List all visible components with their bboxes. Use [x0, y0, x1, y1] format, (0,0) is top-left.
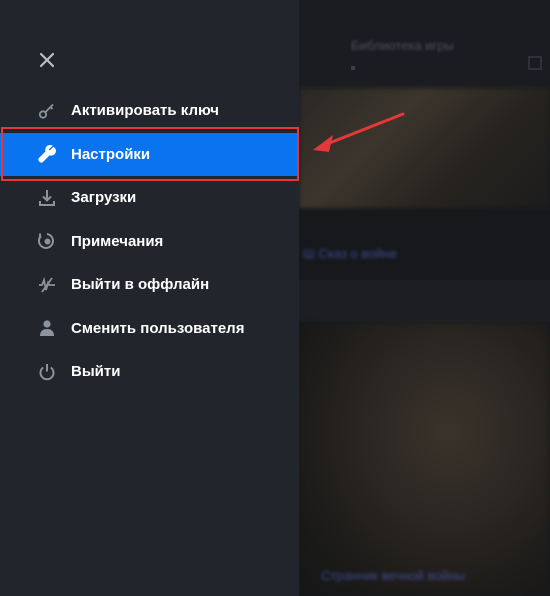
download-icon — [37, 188, 57, 208]
background-header-text: Библиотека игры — [351, 38, 454, 53]
menu-item-label: Настройки — [71, 145, 151, 163]
menu-item-switch-user[interactable]: Сменить пользователя — [0, 307, 299, 351]
close-icon[interactable] — [36, 49, 58, 71]
menu-list: Активировать ключ Настройки Загрузки При… — [0, 89, 299, 394]
background-band — [299, 280, 550, 322]
menu-item-label: Выйти — [71, 363, 121, 381]
sidebar-menu: Активировать ключ Настройки Загрузки При… — [0, 0, 299, 596]
menu-item-settings[interactable]: Настройки — [0, 132, 299, 176]
menu-item-downloads[interactable]: Загрузки — [0, 176, 299, 220]
background-content: Библиотека игры Ш Сказ о войне Странник … — [299, 0, 550, 596]
background-banner-caption-2: Странник вечной войны — [321, 568, 466, 583]
wrench-icon — [37, 144, 57, 164]
menu-item-label: Сменить пользователя — [71, 319, 245, 337]
menu-item-label: Загрузки — [71, 189, 137, 207]
power-icon — [37, 362, 57, 382]
background-game-banner-2 — [299, 322, 550, 596]
menu-item-exit[interactable]: Выйти — [0, 350, 299, 394]
user-icon — [37, 318, 57, 338]
background-banner-caption: Ш Сказ о войне — [303, 246, 398, 261]
menu-item-label: Активировать ключ — [71, 102, 219, 120]
offline-icon — [37, 275, 57, 295]
menu-item-label: Выйти в оффлайн — [71, 276, 210, 294]
background-menu-icon — [528, 56, 542, 70]
menu-item-go-offline[interactable]: Выйти в оффлайн — [0, 263, 299, 307]
background-header-marker — [351, 66, 355, 70]
annotation-arrow-icon — [313, 112, 405, 152]
key-icon — [37, 101, 57, 121]
menu-item-activate-key[interactable]: Активировать ключ — [0, 89, 299, 133]
menu-item-notes[interactable]: Примечания — [0, 220, 299, 264]
notes-icon — [37, 231, 57, 251]
menu-item-label: Примечания — [71, 232, 164, 250]
